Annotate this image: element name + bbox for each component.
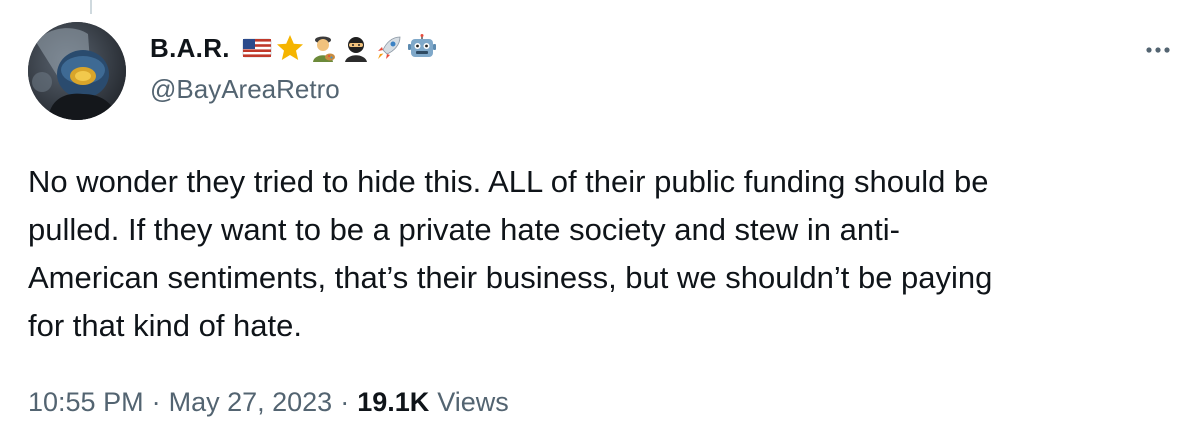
avatar-image [28,22,126,120]
views-label: Views [437,386,509,417]
avatar[interactable] [28,22,126,120]
rocket-emoji [377,36,401,59]
tweet-text-line: for that kind of hate. [28,308,303,343]
tweet-date[interactable]: May 27, 2023 [169,387,333,418]
ninja-emoji [344,37,367,62]
meta-separator: · [340,386,350,417]
more-dots-icon [1146,47,1170,53]
tweet-text: No wonder they tried to hide this. ALL o… [28,158,1178,350]
us-flag-emoji [242,38,272,58]
thread-connector-line [90,0,92,14]
robot-emoji [407,34,436,57]
star-emoji [276,35,303,60]
tweet-text-line: No wonder they tried to hide this. ALL o… [28,164,989,199]
tweet-time[interactable]: 10:55 PM [28,387,144,418]
meta-separator: · [151,386,161,417]
views-count[interactable]: 19.1K [357,387,429,418]
artist-emoji [312,36,335,62]
tweet-text-line: pulled. If they want to be a private hat… [28,212,900,247]
tweet-text-line: American sentiments, that’s their busine… [28,260,993,295]
author-name-row[interactable]: B.A.R. [150,30,437,66]
name-emojis [242,33,437,63]
display-name[interactable]: B.A.R. [150,33,230,64]
more-options-button[interactable] [1138,36,1178,64]
author-handle[interactable]: @BayAreaRetro [150,74,340,105]
tweet-meta: 10:55 PM · May 27, 2023 · 19.1K Views [28,380,509,424]
